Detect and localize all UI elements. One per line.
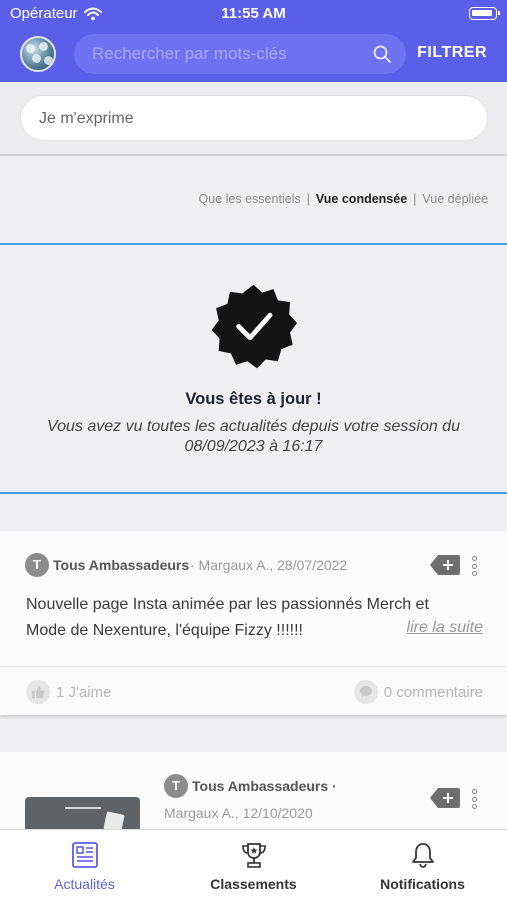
view-options: Que les essentiels | Vue condensée | Vue… [199, 192, 488, 206]
post-group[interactable]: Tous Ambassadeurs · [192, 778, 337, 794]
author-avatar[interactable]: T [164, 774, 188, 798]
like-count: 1 J'aime [56, 683, 112, 701]
view-separator: | [413, 192, 417, 206]
filter-button[interactable]: FILTRER [417, 44, 487, 62]
comment-button[interactable]: 0 commentaire [353, 680, 483, 704]
more-options-icon[interactable] [471, 789, 477, 809]
tab-classements[interactable]: Classements [169, 830, 338, 900]
comment-count: 0 commentaire [383, 683, 483, 701]
status-time: 11:55 AM [221, 5, 286, 22]
avatar[interactable] [20, 36, 56, 72]
post-text: Nouvelle page Insta animée par les passi… [26, 596, 429, 639]
bell-icon [412, 843, 434, 868]
uptodate-text: Vous avez vu toutes les actualités depui… [47, 418, 460, 455]
compose-input[interactable]: Je m'exprime [20, 95, 488, 141]
tab-label: Actualités [54, 876, 115, 892]
comment-icon [353, 680, 378, 704]
thumbs-up-icon [26, 680, 50, 704]
post-meta: · Margaux A., 28/07/2022 [190, 557, 348, 573]
search-bar[interactable] [74, 34, 406, 74]
author-avatar[interactable]: T [25, 553, 49, 577]
tab-label: Classements [210, 876, 297, 892]
card-divider [0, 666, 507, 667]
trophy-icon [242, 843, 266, 868]
search-input[interactable] [74, 34, 364, 74]
search-icon[interactable] [372, 44, 392, 64]
uptodate-title: Vous êtes à jour ! [185, 390, 322, 408]
uptodate-panel: Vous êtes à jour ! Vous avez vu toutes l… [0, 243, 507, 494]
post-meta: Margaux A., 12/10/2020 [164, 805, 313, 821]
post-group[interactable]: Tous Ambassadeurs [53, 557, 189, 573]
like-button[interactable]: 1 J'aime [26, 680, 111, 704]
battery-icon [469, 7, 500, 20]
read-more-link[interactable]: lire la suite [407, 619, 483, 637]
add-tag-icon[interactable] [430, 788, 460, 808]
tab-notifications[interactable]: Notifications [338, 830, 507, 900]
view-separator: | [306, 192, 310, 206]
verified-badge-icon [211, 284, 297, 369]
view-essentials[interactable]: Que les essentiels [199, 192, 301, 206]
app-header: Opérateur 11:55 AM FILTRER [0, 0, 507, 82]
status-bar: Opérateur 11:55 AM [0, 0, 507, 28]
bottom-tab-bar: Actualités Classements Notifications [0, 829, 507, 900]
tab-label: Notifications [380, 876, 465, 892]
view-expanded[interactable]: Vue dépliée [422, 192, 488, 206]
add-tag-icon[interactable] [430, 555, 460, 575]
view-condensed[interactable]: Vue condensée [316, 192, 407, 206]
tab-actualites[interactable]: Actualités [0, 830, 169, 900]
more-options-icon[interactable] [471, 556, 477, 576]
news-icon [72, 842, 98, 868]
